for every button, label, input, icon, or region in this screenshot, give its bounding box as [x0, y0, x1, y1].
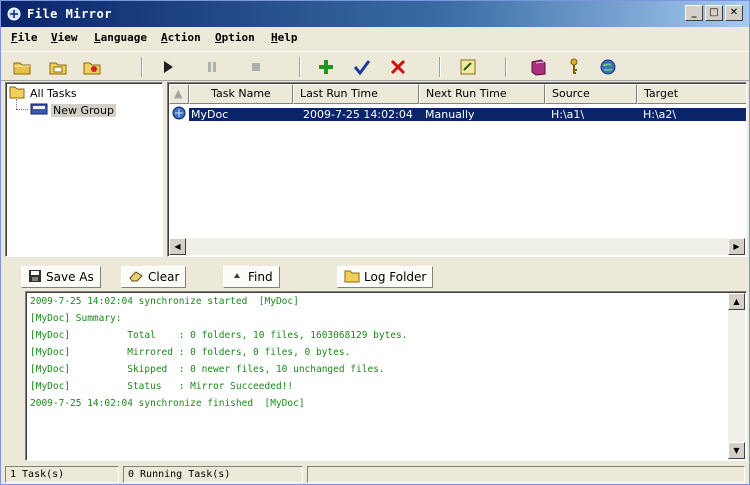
eraser-icon: [128, 270, 144, 285]
book-icon[interactable]: [527, 56, 549, 78]
vertical-scrollbar[interactable]: ▲ ▼: [728, 293, 745, 459]
tree-connector: [16, 109, 28, 110]
save-icon: [28, 269, 42, 286]
tree-item-new-group[interactable]: New Group: [30, 102, 116, 118]
horizontal-scrollbar[interactable]: ◀ ▶: [169, 238, 745, 255]
cell-last-run-time: 2009-7-25 14:02:04: [293, 107, 419, 121]
log-toolbar: Save As Clear Find Log Folder: [5, 264, 747, 290]
toolbar: [1, 51, 749, 81]
menu-help[interactable]: Help: [271, 31, 298, 44]
tree-item-all-tasks[interactable]: All Tasks: [9, 85, 79, 101]
clear-button[interactable]: Clear: [121, 266, 187, 288]
scroll-up-icon[interactable]: ▲: [728, 293, 745, 310]
open-folder-icon[interactable]: [47, 56, 69, 78]
cell-task-name: MyDoc: [189, 107, 293, 121]
pane-splitter[interactable]: [1, 259, 749, 263]
check-icon[interactable]: [351, 56, 373, 78]
log-line: [MyDoc] Mirrored : 0 folders, 0 files, 0…: [30, 347, 351, 358]
minimize-button[interactable]: _: [685, 5, 703, 21]
toolbar-separator: [141, 57, 143, 77]
toolbar-separator: [439, 57, 441, 77]
task-icon: [169, 105, 189, 123]
menu-action[interactable]: Action: [161, 31, 201, 44]
column-source[interactable]: Source: [545, 84, 637, 104]
find-icon: [230, 269, 244, 286]
run-icon[interactable]: [157, 56, 179, 78]
folder-icon: [9, 85, 25, 102]
menu-bar: File View Language Action Option Help: [1, 27, 749, 49]
log-line: [MyDoc] Summary:: [30, 313, 122, 324]
menu-view[interactable]: View: [51, 31, 78, 44]
window-title: File Mirror: [27, 7, 112, 21]
save-as-label: Save As: [46, 270, 94, 284]
log-line: [MyDoc] Skipped : 0 newer files, 10 unch…: [30, 364, 385, 375]
group-icon[interactable]: [81, 56, 103, 78]
group-tree: All Tasks New Group: [5, 82, 163, 257]
close-button[interactable]: ✕: [725, 5, 743, 21]
column-next-run-time[interactable]: Next Run Time: [419, 84, 545, 104]
cell-source: H:\a1\: [545, 107, 637, 121]
cell-next-run-time: Manually: [419, 107, 545, 121]
log-folder-button[interactable]: Log Folder: [337, 266, 434, 288]
key-icon[interactable]: [563, 56, 585, 78]
app-window: File Mirror _ □ ✕ File View Language Act…: [0, 0, 750, 485]
log-folder-label: Log Folder: [364, 270, 427, 284]
column-target[interactable]: Target: [637, 84, 746, 104]
status-bar: 1 Task(s) 0 Running Task(s): [1, 464, 749, 484]
task-list: ▲ Task Name Last Run Time Next Run Time …: [167, 82, 747, 257]
scroll-right-icon[interactable]: ▶: [728, 238, 745, 255]
status-empty-pane: [307, 466, 745, 483]
sort-indicator-icon[interactable]: ▲: [169, 84, 189, 104]
log-output[interactable]: 2009-7-25 14:02:04 synchronize started […: [25, 291, 747, 461]
toolbar-separator: [505, 57, 507, 77]
toolbar-separator: [299, 57, 301, 77]
log-line: 2009-7-25 14:02:04 synchronize finished …: [30, 398, 305, 409]
table-row[interactable]: MyDoc 2009-7-25 14:02:04 Manually H:\a1\…: [169, 105, 746, 123]
menu-language[interactable]: Language: [94, 31, 147, 44]
tree-connector: [16, 99, 17, 109]
new-task-icon[interactable]: [11, 56, 33, 78]
column-last-run-time[interactable]: Last Run Time: [293, 84, 419, 104]
add-icon[interactable]: [315, 56, 337, 78]
scroll-down-icon[interactable]: ▼: [728, 442, 745, 459]
scroll-left-icon[interactable]: ◀: [169, 238, 186, 255]
save-as-button[interactable]: Save As: [21, 266, 101, 288]
app-icon: [6, 6, 22, 22]
tree-item-label: All Tasks: [30, 86, 77, 100]
log-line: [MyDoc] Status : Mirror Succeeded!!: [30, 381, 294, 392]
status-task-count: 1 Task(s): [5, 466, 119, 483]
group-folder-icon: [30, 102, 48, 119]
status-running-count: 0 Running Task(s): [123, 466, 303, 483]
folder-icon: [344, 269, 360, 286]
clear-label: Clear: [148, 270, 180, 284]
log-line: 2009-7-25 14:02:04 synchronize started […: [30, 296, 299, 307]
column-task-name[interactable]: Task Name: [189, 84, 293, 104]
maximize-button[interactable]: □: [705, 5, 723, 21]
find-button[interactable]: Find: [223, 266, 280, 288]
menu-file[interactable]: File: [11, 31, 38, 44]
edit-icon[interactable]: [457, 56, 479, 78]
cell-target: H:\a2\: [637, 107, 746, 121]
task-list-header: ▲ Task Name Last Run Time Next Run Time …: [169, 84, 746, 104]
pause-icon[interactable]: [201, 56, 223, 78]
delete-icon[interactable]: [387, 56, 409, 78]
stop-icon[interactable]: [245, 56, 267, 78]
title-bar[interactable]: File Mirror _ □ ✕: [1, 1, 749, 27]
menu-option[interactable]: Option: [215, 31, 255, 44]
log-line: [MyDoc] Total : 0 folders, 10 files, 160…: [30, 330, 408, 341]
web-icon[interactable]: [597, 56, 619, 78]
find-label: Find: [248, 270, 273, 284]
tree-item-label: New Group: [51, 103, 116, 117]
